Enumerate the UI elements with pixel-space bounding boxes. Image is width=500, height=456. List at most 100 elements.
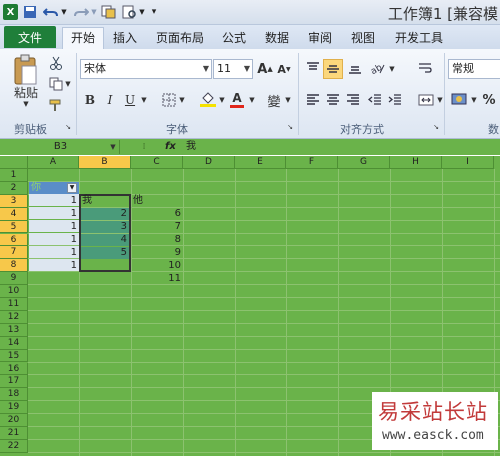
cell-b7[interactable]: 5 <box>81 247 129 259</box>
cell-a4[interactable]: 1 <box>29 208 79 220</box>
row-header[interactable]: 4 <box>0 207 28 221</box>
insert-function-button[interactable]: fx <box>165 139 176 155</box>
col-header-g[interactable]: G <box>338 156 390 169</box>
clipboard-launcher-icon[interactable]: ↘ <box>64 123 72 131</box>
cell-b4[interactable]: 2 <box>81 208 129 220</box>
redo-icon[interactable] <box>72 4 90 20</box>
row-header[interactable]: 8 <box>0 259 28 273</box>
cell-c8[interactable]: 10 <box>131 260 183 272</box>
row-header[interactable]: 6 <box>0 233 28 247</box>
tab-page-layout[interactable]: 页面布局 <box>156 29 204 47</box>
tab-file[interactable]: 文件 <box>4 26 56 48</box>
name-box-dropdown-icon[interactable]: ▼ <box>108 140 118 154</box>
underline-dropdown-icon[interactable]: ▼ <box>140 93 148 107</box>
cell-b5[interactable]: 3 <box>81 221 129 233</box>
cell-a7[interactable]: 1 <box>29 247 79 259</box>
select-all-corner[interactable] <box>0 156 28 169</box>
row-header[interactable]: 10 <box>0 285 28 298</box>
tab-developer[interactable]: 开发工具 <box>395 29 443 47</box>
copy-icon[interactable] <box>100 4 118 20</box>
font-name-combo[interactable]: 宋体 ▼ <box>80 59 212 79</box>
phonetic-dropdown-icon[interactable]: ▼ <box>284 93 292 107</box>
row-header[interactable]: 1 <box>0 169 28 182</box>
row-header[interactable]: 18 <box>0 388 28 402</box>
row-header[interactable]: 22 <box>0 439 28 453</box>
cell-c6[interactable]: 8 <box>131 234 183 246</box>
row-header[interactable]: 15 <box>0 349 28 363</box>
alignment-launcher-icon[interactable]: ↘ <box>432 123 440 131</box>
row-header[interactable]: 20 <box>0 414 28 427</box>
wrap-text-icon[interactable] <box>416 59 434 77</box>
print-preview-icon[interactable] <box>120 4 138 20</box>
grow-font-icon[interactable]: A ▲ <box>256 59 274 79</box>
row-header[interactable]: 11 <box>0 298 28 311</box>
cell-a6[interactable]: 1 <box>29 234 79 246</box>
tab-home[interactable]: 开始 <box>62 27 105 49</box>
cut-icon[interactable] <box>48 55 64 71</box>
borders-dropdown-icon[interactable]: ▼ <box>178 93 186 107</box>
orientation-icon[interactable]: ab <box>368 59 388 77</box>
row-header[interactable]: 2 <box>0 181 28 195</box>
cell-a3[interactable]: 1 <box>29 195 79 207</box>
tab-review[interactable]: 审阅 <box>308 29 332 47</box>
merge-center-icon[interactable] <box>416 91 436 109</box>
fill-color-icon[interactable] <box>198 89 218 109</box>
percent-button[interactable]: % <box>480 91 498 109</box>
row-header[interactable]: 13 <box>0 323 28 337</box>
increase-indent-icon[interactable] <box>386 91 404 109</box>
tab-insert[interactable]: 插入 <box>113 29 137 47</box>
cell-c5[interactable]: 7 <box>131 221 183 233</box>
fill-color-dropdown-icon[interactable]: ▼ <box>218 93 226 107</box>
col-header-a[interactable]: A <box>28 156 79 169</box>
underline-button[interactable]: U <box>122 91 138 109</box>
font-launcher-icon[interactable]: ↘ <box>286 123 294 131</box>
number-format-combo[interactable]: 常规 <box>448 59 500 79</box>
cell-c9[interactable]: 11 <box>131 273 183 285</box>
undo-icon[interactable] <box>42 4 60 20</box>
save-icon[interactable] <box>22 4 38 20</box>
merge-dropdown-icon[interactable]: ▼ <box>436 93 444 107</box>
row-header[interactable]: 3 <box>0 194 28 208</box>
paste-dropdown-icon[interactable]: ▼ <box>20 99 32 109</box>
phonetic-icon[interactable]: 變 <box>265 91 283 110</box>
row-header[interactable]: 5 <box>0 220 28 234</box>
paste-button[interactable]: 粘贴 <box>12 85 40 100</box>
align-center-icon[interactable] <box>324 91 342 109</box>
cell-b3[interactable]: 我 <box>82 195 130 207</box>
shrink-font-icon[interactable]: A ▼ <box>276 59 292 79</box>
col-header-f[interactable]: F <box>286 156 338 169</box>
tab-formulas[interactable]: 公式 <box>222 29 246 47</box>
align-right-icon[interactable] <box>344 91 362 109</box>
qat-dropdown-icon[interactable]: ▼ <box>138 4 146 20</box>
borders-icon[interactable] <box>160 91 178 109</box>
decrease-indent-icon[interactable] <box>366 91 384 109</box>
row-header[interactable]: 12 <box>0 310 28 324</box>
accounting-format-icon[interactable] <box>450 89 470 109</box>
cell-b6[interactable]: 4 <box>81 234 129 246</box>
redo-dropdown-icon[interactable]: ▼ <box>90 4 98 20</box>
copy-dropdown-icon[interactable]: ▼ <box>64 78 72 90</box>
row-header[interactable]: 7 <box>0 246 28 260</box>
filter-dropdown-icon[interactable]: ▼ <box>67 183 77 193</box>
formula-input[interactable]: 我 <box>186 139 196 155</box>
accounting-dropdown-icon[interactable]: ▼ <box>470 93 478 107</box>
cell-c3[interactable]: 他 <box>133 195 183 207</box>
row-header[interactable]: 16 <box>0 362 28 376</box>
col-header-d[interactable]: D <box>183 156 235 169</box>
cell-a5[interactable]: 1 <box>29 221 79 233</box>
align-middle-icon[interactable] <box>323 59 343 79</box>
col-header-h[interactable]: H <box>390 156 442 169</box>
name-box[interactable]: B3 <box>2 140 120 154</box>
font-color-icon[interactable]: A <box>228 89 246 109</box>
italic-button[interactable]: I <box>102 91 118 109</box>
format-painter-icon[interactable] <box>48 97 64 113</box>
align-bottom-icon[interactable] <box>346 59 364 77</box>
font-color-dropdown-icon[interactable]: ▼ <box>248 93 256 107</box>
col-header-i[interactable]: I <box>442 156 494 169</box>
row-header[interactable]: 9 <box>0 272 28 286</box>
cell-c4[interactable]: 6 <box>131 208 183 220</box>
col-header-c[interactable]: C <box>131 156 183 169</box>
orientation-dropdown-icon[interactable]: ▼ <box>388 63 396 75</box>
row-header[interactable]: 17 <box>0 375 28 389</box>
cell-c7[interactable]: 9 <box>131 247 183 259</box>
